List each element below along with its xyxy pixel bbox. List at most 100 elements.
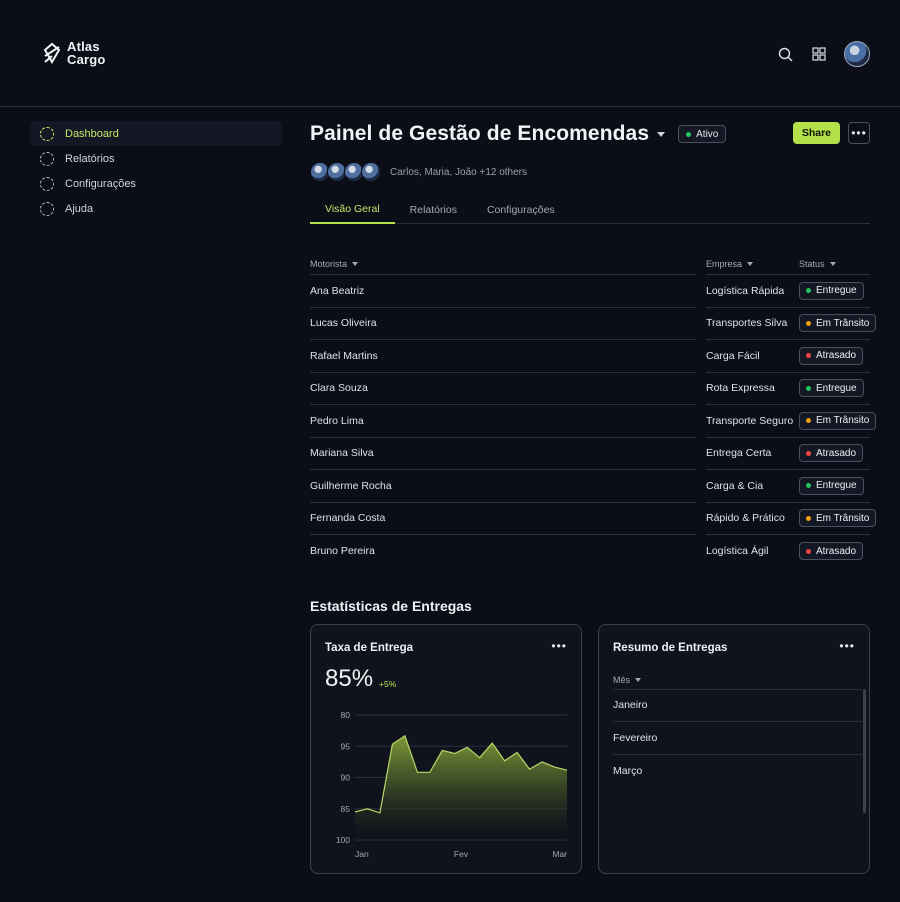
table-row[interactable]: Lucas Oliveira Transportes Silva Em Trânsi… [310,308,877,340]
driver-name: Bruno Pereira [310,545,375,558]
status-label: Entregue [816,382,857,394]
status-dot [806,288,811,294]
list-item[interactable]: Fevereiro [613,722,862,755]
main-content: Painel de Gestão de Encomendas Ativo Sha… [310,117,877,874]
sidebar-item-label: Relatórios [65,152,115,165]
column-header-company[interactable]: Empresa [706,253,799,275]
table-row[interactable]: Ana Beatriz Logística Rápida Entregue [310,275,870,308]
status-cell: Atrasado [799,340,870,373]
top-bar: Atlas Cargo [0,0,900,107]
circle-dashed-icon [40,151,54,166]
status-badge: Em Trânsito [799,509,877,528]
status-label: Entregue [816,285,857,297]
status-label: Em Trânsito [816,317,870,329]
y-tick-label: 85 [341,803,351,813]
sidebar-item-label: Dashboard [65,127,119,140]
user-avatar[interactable] [844,41,870,67]
driver-cell: Rafael Martins [310,340,696,373]
more-options-icon[interactable]: ••• [839,639,855,653]
company-cell: Logística Ágil [706,535,799,568]
caret-down-icon [635,677,642,682]
company-cell: Transporte Seguro [706,405,799,438]
delivery-rate-chart: 80 95 90 85 100 Jan Fev Mar [336,710,567,859]
brand-line-2: Cargo [67,52,106,67]
chevron-down-icon[interactable] [657,131,666,137]
status-dot [806,515,811,521]
sidebar-item-label: Ajuda [65,202,94,215]
sidebar-item-dashboard[interactable]: Dashboard [30,121,282,146]
sidebar-item-relatorios[interactable]: Relatórios [30,146,282,171]
delivery-rate-card: Taxa de Entrega ••• 85% +5% 80 95 90 85 100 … [310,623,582,874]
company-cell: Carga & Cia [706,470,799,503]
company-cell: Transportes Silva [706,308,799,340]
driver-cell: Bruno Pereira [310,535,696,568]
table-row[interactable]: Guilherme Rocha Carga & Cia Entregue [310,470,870,503]
status-label: Atrasado [816,350,857,362]
column-header-label: Motorista [310,258,348,269]
list-item[interactable]: Março [613,755,862,788]
status-badge-label: Ativo [696,128,719,140]
company-name: Rota Expressa [706,382,775,395]
column-header-month[interactable]: Mês [613,675,642,685]
share-button[interactable]: Share [792,122,840,144]
company-cell: Rota Expressa [706,373,799,405]
status-badge: Entregue [799,379,864,398]
status-badge: Entregue [799,476,864,495]
status-dot [686,131,692,137]
brand-logo[interactable]: Atlas Cargo [42,40,106,66]
status-cell: Entregue [799,373,870,405]
table-row[interactable]: Rafael Martins Carga Fácil Atrasado [310,340,870,373]
column-header-driver[interactable]: Motorista [310,253,696,275]
grid-icon[interactable] [810,45,828,63]
search-icon[interactable] [776,45,794,63]
status-cell: Entregue [799,470,870,503]
status-dot [806,450,811,456]
column-header-label: Status [799,258,825,269]
driver-cell: Mariana Silva [310,438,696,470]
status-badge: Em Trânsito [799,314,877,333]
stats-cards: Taxa de Entrega ••• 85% +5% 80 95 90 85 100 … [310,623,870,874]
status-label: Atrasado [816,447,857,459]
table-row[interactable]: Bruno Pereira Logística Ágil Atrasado [310,535,870,568]
driver-cell: Pedro Lima [310,405,696,438]
sidebar-item-ajuda[interactable]: Ajuda [30,196,282,221]
status-dot [806,483,811,489]
status-dot [806,385,811,391]
company-cell: Logística Rápida [706,275,799,308]
driver-name: Lucas Oliveira [310,317,377,330]
status-cell: Entregue [799,275,870,308]
column-header-status[interactable]: Status [799,253,870,275]
y-tick-label: 95 [341,741,351,751]
status-label: Em Trânsito [816,415,870,427]
company-name: Transportes Silva [706,317,788,330]
more-options-icon[interactable]: ••• [848,122,870,144]
stats-section-title: Estatísticas de Entregas [310,597,472,614]
caret-down-icon [747,261,754,266]
y-tick-label: 100 [336,835,350,845]
tab-visao-geral[interactable]: Visão Geral [310,195,395,224]
status-cell: Atrasado [799,438,870,470]
table-row[interactable]: Mariana Silva Entrega Certa Atrasado [310,438,870,470]
list-item[interactable]: Janeiro [613,690,862,722]
sidebar: Dashboard Relatórios Configurações Ajuda [30,121,282,221]
tab-relatorios[interactable]: Relatórios [395,195,472,224]
column-header-label: Empresa [706,258,743,269]
card-title: Resumo de Entregas [613,641,728,654]
sidebar-item-label: Configurações [65,177,136,190]
driver-name: Guilherme Rocha [310,479,392,492]
circle-dashed-icon [40,126,54,141]
scrollbar[interactable] [863,688,866,813]
sidebar-item-configuracoes[interactable]: Configurações [30,171,282,196]
table-row[interactable]: Clara Souza Rota Expressa Entregue [310,373,870,405]
driver-cell: Fernanda Costa [310,503,696,535]
table-row[interactable]: Fernanda Costa Rápido & Prático Em Trânsit… [310,503,877,535]
collaborators[interactable]: Carlos, Maria, João +12 others [310,161,870,183]
driver-cell: Clara Souza [310,373,696,405]
circle-dashed-icon [40,176,54,191]
header-actions [776,41,870,67]
caret-down-icon [352,261,359,266]
status-badge: Em Trânsito [799,411,877,430]
table-row[interactable]: Pedro Lima Transporte Seguro Em Trânsito [310,405,877,438]
tab-configuracoes[interactable]: Configurações [472,195,570,224]
status-cell: Em Trânsito [799,405,877,438]
